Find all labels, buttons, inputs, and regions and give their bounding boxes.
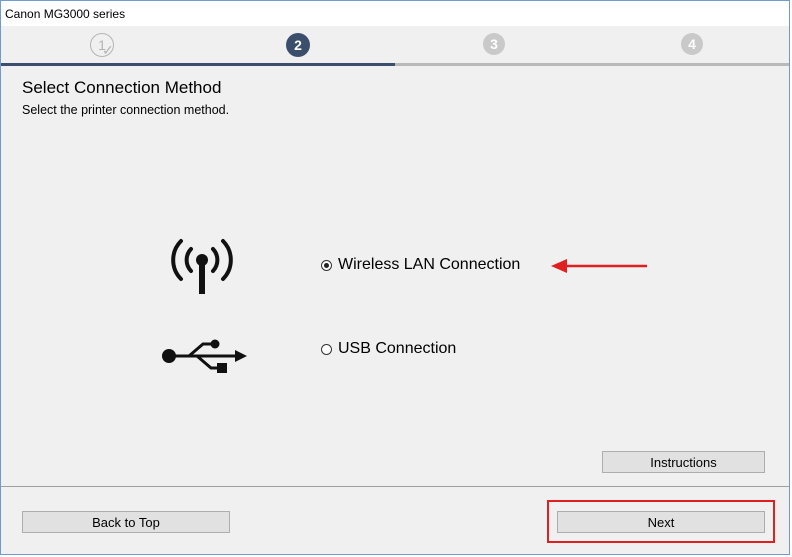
progress-track bbox=[1, 63, 789, 66]
back-to-top-button[interactable]: Back to Top bbox=[22, 511, 230, 533]
progress-fill bbox=[1, 63, 395, 66]
usb-label[interactable]: USB Connection bbox=[338, 340, 456, 358]
step-2: 2 bbox=[285, 32, 311, 58]
step-4: 4 bbox=[680, 32, 706, 58]
step-1: 1 ✓ bbox=[89, 32, 115, 58]
step-indicator: 1 ✓ 2 3 4 bbox=[1, 26, 789, 66]
instructions-button[interactable]: Instructions bbox=[602, 451, 765, 473]
installer-window: Canon MG3000 series 1 ✓ 2 3 4 Select Con… bbox=[0, 0, 790, 555]
wireless-lan-radio[interactable] bbox=[321, 259, 332, 271]
wireless-lan-label[interactable]: Wireless LAN Connection bbox=[338, 256, 520, 274]
usb-icon bbox=[162, 339, 247, 373]
title-bar: Canon MG3000 series bbox=[1, 1, 789, 26]
step-4-number: 4 bbox=[681, 33, 703, 55]
step-3-number: 3 bbox=[483, 33, 505, 55]
step-3: 3 bbox=[482, 32, 508, 58]
wireless-antenna-icon bbox=[171, 239, 233, 294]
page-title: Select Connection Method bbox=[22, 78, 222, 97]
footer-divider bbox=[1, 486, 789, 487]
page-subtitle: Select the printer connection method. bbox=[22, 103, 230, 117]
red-arrow-annotation bbox=[551, 259, 647, 273]
usb-radio[interactable] bbox=[321, 343, 332, 355]
step-2-number: 2 bbox=[286, 33, 310, 57]
wireless-lan-option[interactable]: Wireless LAN Connection bbox=[321, 256, 520, 274]
next-button[interactable]: Next bbox=[557, 511, 765, 533]
checkmark-icon: ✓ bbox=[102, 42, 114, 58]
usb-option[interactable]: USB Connection bbox=[321, 340, 456, 358]
window-title: Canon MG3000 series bbox=[5, 7, 126, 21]
